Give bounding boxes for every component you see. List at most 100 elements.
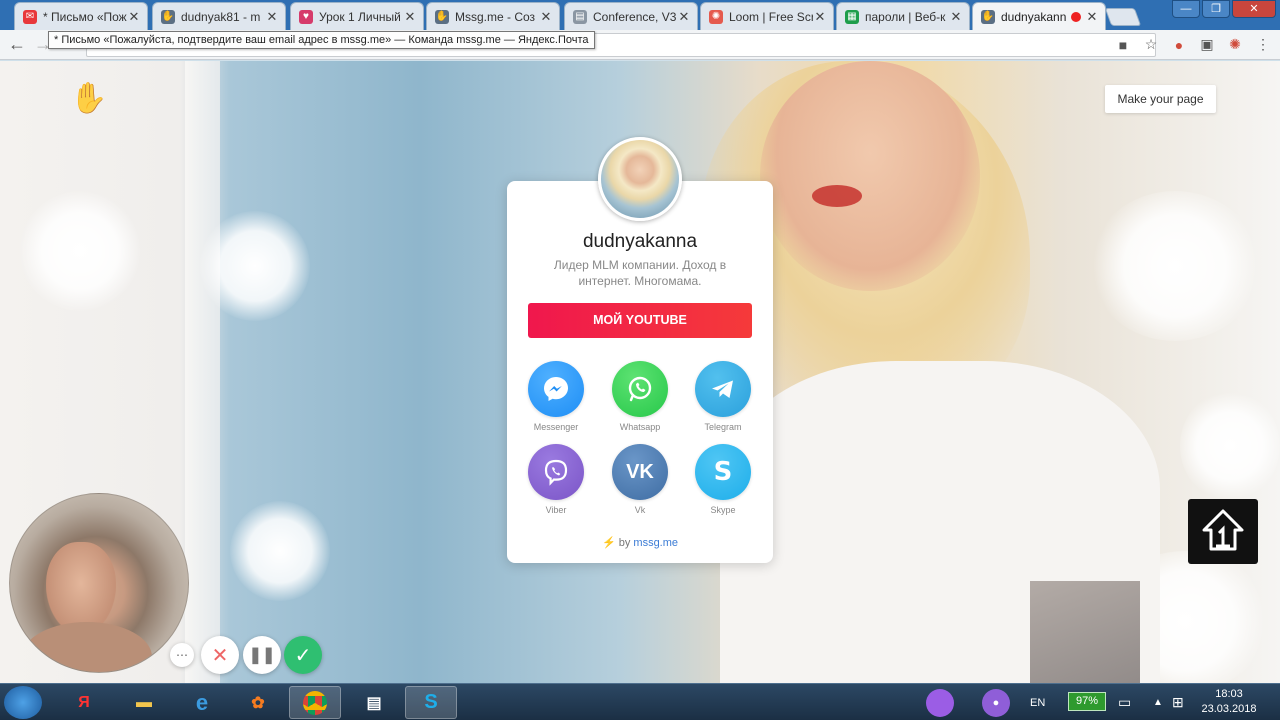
- start-button[interactable]: [4, 686, 42, 719]
- mirror-bulb: [1090, 191, 1260, 341]
- hand-icon: ✋: [435, 9, 449, 24]
- clock-time: 18:03: [1215, 688, 1243, 700]
- battery-indicator[interactable]: 97%: [1068, 692, 1106, 711]
- scroll-top-button[interactable]: [1188, 499, 1258, 564]
- telegram-icon: [695, 361, 751, 417]
- messenger-link[interactable]: Messenger: [527, 361, 585, 432]
- tab-passwords[interactable]: ▦ пароли | Веб-к ✕: [836, 2, 970, 30]
- upload-arrow-icon: [1202, 509, 1244, 551]
- vk-link[interactable]: VK Vk: [611, 444, 669, 515]
- windows-icon[interactable]: ⊞: [1172, 684, 1184, 720]
- window-close-button[interactable]: ✕: [1232, 0, 1276, 18]
- tab-title: dudnyak81 - m: [181, 9, 261, 24]
- mssg-hand-logo-icon[interactable]: ✋: [70, 81, 107, 116]
- yandex-browser-app[interactable]: Я: [58, 686, 110, 719]
- finish-recording-button[interactable]: ✓: [284, 636, 322, 674]
- tab-tooltip: * Письмо «Пожалуйста, подтвердите ваш em…: [48, 31, 595, 49]
- loom-extension-icon[interactable]: ✺: [1226, 36, 1244, 53]
- mail-icon: ✉: [23, 9, 37, 24]
- hand-icon: ✋: [161, 9, 175, 24]
- tab-conference[interactable]: ▤ Conference, V3 ✕: [564, 2, 698, 30]
- skype-icon: S: [695, 444, 751, 500]
- alice-icon[interactable]: [926, 684, 954, 720]
- make-your-page-button[interactable]: Make your page: [1105, 85, 1216, 113]
- mirror-bulb: [1180, 391, 1280, 501]
- maximize-button[interactable]: ❐: [1202, 0, 1230, 18]
- new-tab-button[interactable]: [1104, 8, 1142, 26]
- close-icon[interactable]: ✕: [403, 9, 417, 25]
- star-icon[interactable]: ☆: [1142, 36, 1160, 53]
- window-controls: — ❐ ✕: [1172, 0, 1276, 18]
- language-indicator[interactable]: EN: [1030, 684, 1045, 720]
- pause-recording-button[interactable]: ❚❚: [243, 636, 281, 674]
- skype-link[interactable]: S Skype: [694, 444, 752, 515]
- microphone-icon[interactable]: ●: [982, 684, 1010, 720]
- viber-icon: [528, 444, 584, 500]
- chrome-app[interactable]: [289, 686, 341, 719]
- messenger-label: Messenger: [533, 422, 579, 432]
- document-app[interactable]: ▤: [348, 686, 400, 719]
- telegram-label: Telegram: [704, 422, 742, 432]
- mssg-link[interactable]: mssg.me: [633, 537, 678, 549]
- tab-lesson-1[interactable]: ♥ Урок 1 Личный ✕: [290, 2, 424, 30]
- mirror-frame: [185, 61, 220, 683]
- tab-title: Урок 1 Личный: [319, 9, 401, 24]
- heart-icon: ♥: [299, 9, 313, 24]
- chrome-icon: [303, 690, 327, 715]
- internet-explorer-app[interactable]: e: [176, 686, 228, 719]
- sheets-icon: ▦: [845, 9, 859, 24]
- tab-title: * Письмо «Пож: [43, 9, 127, 24]
- vk-icon: VK: [612, 444, 668, 500]
- background-photo-lips: [812, 185, 862, 207]
- background-photo-shadow: [1030, 581, 1140, 683]
- tab-yandex-mail[interactable]: ✉ * Письмо «Пож ✕: [14, 2, 148, 30]
- close-icon[interactable]: ✕: [265, 9, 279, 25]
- tab-mssg-create[interactable]: ✋ Mssg.me - Соз ✕: [426, 2, 560, 30]
- tray-expand-icon[interactable]: ▲: [1153, 684, 1163, 720]
- webcam-person-body: [22, 622, 152, 672]
- tab-dudnyakanna[interactable]: ✋ dudnyakann ✕: [972, 2, 1106, 30]
- powered-by-prefix: ⚡ by: [601, 537, 631, 549]
- system-clock[interactable]: 18:03 23.03.2018: [1198, 687, 1260, 717]
- profile-bio: Лидер MLM компании. Доход в интернет. Мн…: [553, 258, 727, 288]
- skype-app[interactable]: S: [405, 686, 457, 719]
- back-arrow-icon[interactable]: ←: [8, 34, 26, 55]
- more-options-button[interactable]: ⋯: [170, 643, 194, 667]
- close-icon[interactable]: ✕: [127, 9, 141, 25]
- close-icon[interactable]: ✕: [539, 9, 553, 25]
- mirror-bulb: [20, 191, 140, 311]
- profile-card: dudnyakanna Лидер MLM компании. Доход в …: [507, 181, 773, 563]
- close-icon[interactable]: ✕: [813, 9, 827, 25]
- toolbar-icons: ■ ☆ ● ▣ ✺ ⋮: [1114, 36, 1272, 53]
- telegram-link[interactable]: Telegram: [694, 361, 752, 432]
- menu-icon[interactable]: ⋮: [1254, 36, 1272, 53]
- tab-loom[interactable]: ✺ Loom | Free Scr ✕: [700, 2, 834, 30]
- page-background: ✋ Make your page dudnyakanna Лидер MLM к…: [0, 61, 1280, 683]
- clock-date: 23.03.2018: [1201, 703, 1257, 715]
- windows-taskbar: Я ▬ e ✿ ▤ S ● EN 97% ▭ ▲ ⊞ 18:03 23.03.2…: [0, 683, 1280, 720]
- media-app[interactable]: ✿: [232, 686, 284, 719]
- tab-dudnyak81[interactable]: ✋ dudnyak81 - m ✕: [152, 2, 286, 30]
- viber-link[interactable]: Viber: [527, 444, 585, 515]
- close-icon[interactable]: ✕: [949, 9, 963, 25]
- whatsapp-label: Whatsapp: [619, 422, 661, 432]
- youtube-button[interactable]: МОЙ YOUTUBE: [528, 303, 752, 338]
- hand-icon: ✋: [981, 9, 995, 24]
- whatsapp-link[interactable]: Whatsapp: [611, 361, 669, 432]
- webcam-bubble[interactable]: [9, 493, 189, 673]
- loom-icon: ✺: [709, 9, 723, 24]
- background-photo-face: [760, 61, 980, 291]
- file-explorer-app[interactable]: ▬: [118, 686, 170, 719]
- mirror-bulb: [200, 211, 310, 321]
- minimize-button[interactable]: —: [1172, 0, 1200, 18]
- close-icon[interactable]: ✕: [677, 9, 691, 25]
- extension-icon[interactable]: ●: [1170, 37, 1188, 53]
- whatsapp-icon: [612, 361, 668, 417]
- profile-name: dudnyakanna: [582, 231, 698, 252]
- extension-icon[interactable]: ▣: [1198, 36, 1216, 53]
- camera-icon[interactable]: ■: [1114, 37, 1132, 53]
- webcam-person: [46, 542, 116, 634]
- cancel-recording-button[interactable]: ✕: [201, 636, 239, 674]
- power-icon[interactable]: ▭: [1118, 684, 1131, 720]
- close-icon[interactable]: ✕: [1085, 9, 1099, 25]
